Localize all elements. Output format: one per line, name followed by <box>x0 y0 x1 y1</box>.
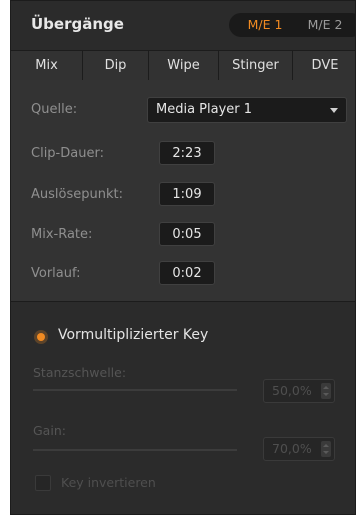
invert-key-checkbox[interactable] <box>35 475 51 491</box>
gain-label: Gain: <box>33 423 66 438</box>
clip-stepper[interactable] <box>321 383 331 399</box>
transition-tabs: Mix Dip Wipe Stinger DVE <box>11 50 355 81</box>
trigger-point-label: Auslösepunkt: <box>31 187 123 202</box>
invert-key-label[interactable]: Key invertieren <box>61 475 156 490</box>
gain-value: 70,0% <box>272 441 312 456</box>
clip-slider[interactable] <box>33 389 237 391</box>
me1-button[interactable]: M/E 1 <box>237 13 293 37</box>
clip-value-field[interactable]: 50,0% <box>263 379 335 403</box>
me-selector: M/E 1 M/E 2 <box>229 13 355 37</box>
source-label: Quelle: <box>31 102 78 117</box>
preroll-field[interactable]: 0:02 <box>159 261 215 285</box>
tab-mix[interactable]: Mix <box>11 51 83 80</box>
premultiplied-key-toggle[interactable] <box>37 333 45 341</box>
clip-value: 50,0% <box>272 383 312 398</box>
tab-wipe[interactable]: Wipe <box>149 51 219 80</box>
gain-stepper[interactable] <box>321 441 331 457</box>
gain-value-field[interactable]: 70,0% <box>263 437 335 461</box>
mix-rate-label: Mix-Rate: <box>31 227 93 242</box>
trigger-point-field[interactable]: 1:09 <box>159 182 215 206</box>
me2-button[interactable]: M/E 2 <box>295 13 355 37</box>
clip-duration-field[interactable]: 2:23 <box>159 141 215 165</box>
mix-rate-field[interactable]: 0:05 <box>159 222 215 246</box>
premultiplied-key-label[interactable]: Vormultiplizierter Key <box>58 327 208 343</box>
stinger-settings: Quelle: Media Player 1 Clip-Dauer: 2:23 … <box>11 80 355 301</box>
clip-label: Stanzschwelle: <box>33 365 127 380</box>
source-value: Media Player 1 <box>156 102 253 117</box>
tab-dve[interactable]: DVE <box>293 51 355 80</box>
panel-title: Übergänge <box>31 15 124 33</box>
clip-duration-label: Clip-Dauer: <box>31 146 104 161</box>
preroll-label: Vorlauf: <box>31 266 81 281</box>
chevron-down-icon <box>330 108 338 113</box>
panel-header: Übergänge M/E 1 M/E 2 <box>11 1 355 49</box>
source-dropdown[interactable]: Media Player 1 <box>147 97 347 123</box>
tab-dip[interactable]: Dip <box>83 51 149 80</box>
tab-stinger[interactable]: Stinger <box>219 51 293 80</box>
gain-slider[interactable] <box>33 449 237 451</box>
transitions-panel: Übergänge M/E 1 M/E 2 Mix Dip Wipe Sting… <box>10 0 356 515</box>
